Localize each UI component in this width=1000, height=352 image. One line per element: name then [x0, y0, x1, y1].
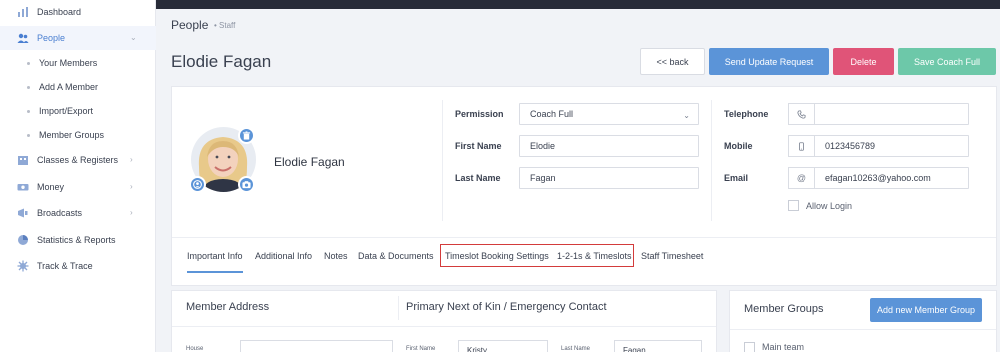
sidebar-subitem-add-member[interactable]: Add A Member: [27, 77, 98, 97]
sidebar-subitem-label: Member Groups: [39, 130, 105, 140]
phone-icon: [788, 103, 815, 125]
mobile-label: Mobile: [724, 141, 753, 151]
people-icon: [17, 32, 29, 44]
bullet-icon: [27, 133, 30, 137]
mobile-icon: [788, 135, 815, 157]
chart-bars-icon: [17, 6, 29, 18]
bullet-icon: [27, 61, 30, 65]
kin-last-name-label: Last Name: [561, 346, 591, 352]
allow-login-checkbox[interactable]: [788, 200, 799, 211]
sidebar-item-people[interactable]: People ⌄: [0, 26, 156, 50]
sidebar-item-label: Track & Trace: [37, 261, 93, 271]
profile-name: Elodie Fagan: [274, 155, 345, 169]
add-member-group-button[interactable]: Add new Member Group: [870, 298, 982, 322]
email-field[interactable]: efagan10263@yahoo.com: [814, 167, 969, 189]
money-icon: [17, 181, 29, 193]
gear-virus-icon: [17, 260, 29, 272]
tabs-divider: [172, 237, 996, 238]
sidebar-item-dashboard[interactable]: Dashboard: [0, 0, 156, 24]
telephone-label: Telephone: [724, 109, 769, 119]
save-button[interactable]: Save Coach Full: [898, 48, 996, 75]
chevron-right-icon: ›: [130, 208, 133, 217]
tab-notes[interactable]: Notes: [324, 251, 348, 261]
sidebar-subitem-import-export[interactable]: Import/Export: [27, 101, 93, 121]
chevron-right-icon: ›: [130, 182, 133, 191]
user-circle-icon[interactable]: [189, 176, 206, 193]
sidebar-item-label: Money: [37, 182, 65, 192]
first-name-field[interactable]: Elodie: [519, 135, 699, 157]
sidebar-subitem-label: Import/Export: [39, 106, 94, 116]
kin-last-name-field[interactable]: Fagan: [614, 340, 702, 352]
sidebar-item-label: Classes & Registers: [37, 155, 119, 165]
sidebar-item-label: Dashboard: [37, 7, 82, 17]
delete-photo-icon[interactable]: [238, 127, 255, 144]
building-icon: [17, 154, 29, 166]
permission-value: Coach Full: [530, 109, 574, 119]
member-address-title: Member Address: [186, 301, 270, 313]
sidebar-item-track-trace[interactable]: Track & Trace: [0, 254, 156, 278]
mobile-field[interactable]: 0123456789: [814, 135, 969, 157]
chevron-down-icon: ⌄: [130, 33, 137, 42]
at-sign-icon: @: [788, 167, 815, 189]
sidebar-item-classes[interactable]: Classes & Registers ›: [0, 148, 156, 172]
allow-login-label: Allow Login: [806, 201, 853, 211]
first-name-label: First Name: [455, 141, 502, 151]
kin-first-name-field[interactable]: Kristy: [458, 340, 548, 352]
email-label: Email: [724, 173, 749, 183]
permission-select[interactable]: Coach Full ⌄: [519, 103, 699, 125]
sidebar-item-statistics[interactable]: Statistics & Reports: [0, 228, 156, 252]
pie-chart-icon: [17, 234, 29, 246]
permission-label: Permission: [455, 109, 504, 119]
house-label: House: [186, 346, 204, 352]
tab-highlight-box: [440, 244, 634, 267]
section-title: People: [171, 18, 209, 32]
sidebar-item-money[interactable]: Money ›: [0, 175, 156, 199]
last-name-field[interactable]: Fagan: [519, 167, 699, 189]
delete-button[interactable]: Delete: [833, 48, 894, 75]
group-label: Main team: [762, 342, 805, 352]
tab-data-documents[interactable]: Data & Documents: [358, 251, 434, 261]
breadcrumb-staff[interactable]: Staff: [219, 21, 235, 30]
divider: [398, 296, 399, 320]
sidebar-item-broadcasts[interactable]: Broadcasts ›: [0, 201, 156, 225]
divider: [711, 100, 712, 221]
bullet-icon: [27, 85, 30, 89]
tab-staff-timesheet[interactable]: Staff Timesheet: [641, 251, 703, 261]
divider: [442, 100, 443, 221]
group-checkbox[interactable]: [744, 342, 755, 352]
sidebar-subitem-label: Your Members: [39, 58, 98, 68]
house-field[interactable]: [240, 340, 393, 352]
chevron-down-icon: ⌄: [683, 111, 690, 120]
chevron-right-icon: ›: [130, 155, 133, 164]
tab-additional-info[interactable]: Additional Info: [255, 251, 312, 261]
sidebar-item-label: Broadcasts: [37, 208, 83, 218]
sidebar-subitem-your-members[interactable]: Your Members: [27, 53, 97, 73]
bullet-icon: [27, 109, 30, 113]
telephone-field[interactable]: [814, 103, 969, 125]
back-button[interactable]: << back: [640, 48, 705, 75]
camera-icon[interactable]: [238, 176, 255, 193]
divider: [172, 326, 716, 327]
kin-first-name-label: First Name: [406, 346, 436, 352]
divider: [730, 329, 996, 330]
sidebar-item-label: People: [37, 33, 66, 43]
top-bar: [156, 0, 1000, 9]
sidebar-subitem-label: Add A Member: [39, 82, 99, 92]
member-groups-title: Member Groups: [744, 303, 824, 315]
tab-important-info[interactable]: Important Info: [187, 251, 243, 273]
send-update-request-button[interactable]: Send Update Request: [709, 48, 829, 75]
megaphone-icon: [17, 207, 29, 219]
page-title: Elodie Fagan: [171, 52, 272, 71]
sidebar: Dashboard People ⌄ Your Members Add A Me…: [0, 0, 156, 352]
next-of-kin-title: Primary Next of Kin / Emergency Contact: [406, 301, 607, 313]
last-name-label: Last Name: [455, 173, 501, 183]
sidebar-item-label: Statistics & Reports: [37, 235, 116, 245]
breadcrumb[interactable]: • Staff: [214, 21, 235, 30]
sidebar-subitem-member-groups[interactable]: Member Groups: [27, 125, 104, 145]
